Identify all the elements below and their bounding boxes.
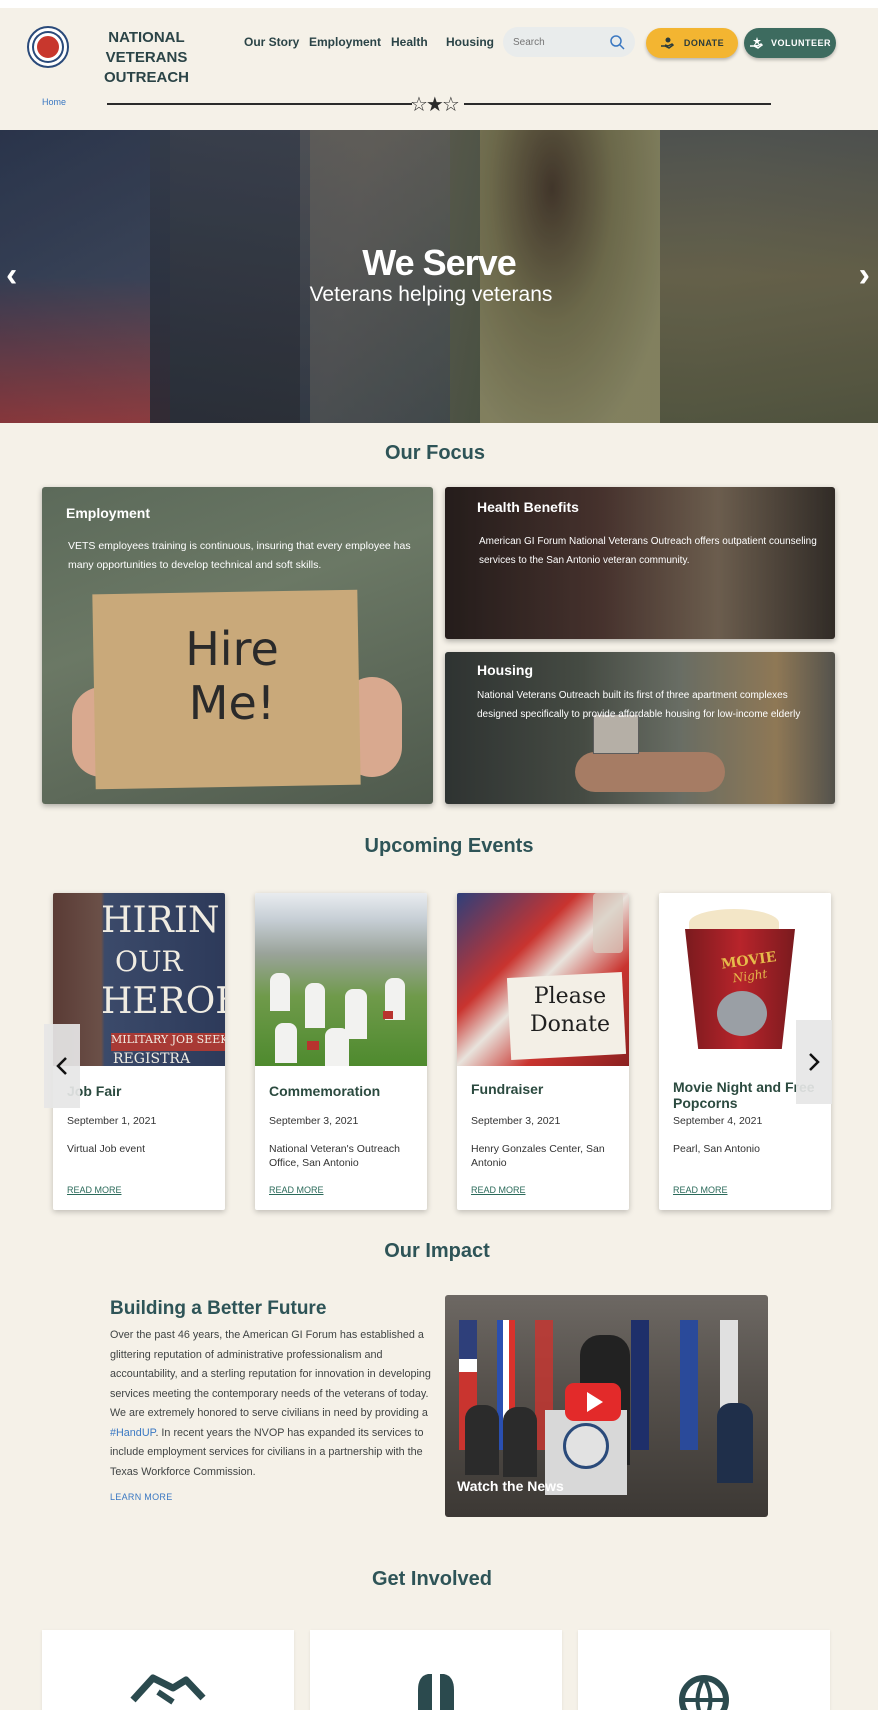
chevron-left-icon	[56, 1057, 67, 1075]
event-image-text: HIRIN	[101, 900, 220, 941]
hero-subtitle: Veterans helping veterans	[309, 283, 553, 306]
volunteer-label: VOLUNTEER	[770, 38, 831, 48]
focus-card-title: Health Benefits	[477, 499, 579, 515]
involve-card-partner[interactable]	[42, 1630, 294, 1710]
play-button-icon[interactable]	[565, 1383, 621, 1421]
events-section-title: Upcoming Events	[364, 835, 534, 857]
org-seal-logo[interactable]	[27, 26, 69, 68]
impact-section-title: Our Impact	[384, 1240, 490, 1262]
hero-title: We Serve	[362, 242, 516, 283]
event-image-text: HEROE	[101, 981, 225, 1022]
sign-text: Hire Me!	[185, 622, 279, 730]
top-strip	[0, 0, 878, 8]
event-location: National Veteran's Outreach Office, San …	[269, 1143, 400, 1169]
event-card-commemoration[interactable]: Commemoration September 3, 2021 National…	[255, 893, 427, 1210]
event-image-text: Donate	[529, 1012, 611, 1037]
search-box	[503, 27, 635, 57]
volunteer-hand-icon	[749, 37, 763, 49]
divider-right	[464, 103, 771, 105]
event-location: Henry Gonzales Center, San Antonio	[471, 1143, 605, 1169]
nav-employment[interactable]: Employment	[309, 35, 381, 49]
event-image	[255, 893, 427, 1066]
involved-section-title: Get Involved	[371, 1568, 493, 1590]
focus-card-health-benefits[interactable]: Health Benefits American GI Forum Nation…	[445, 487, 835, 639]
events-next-button[interactable]	[796, 1020, 832, 1104]
news-video[interactable]: Watch the News	[445, 1295, 768, 1517]
event-image: Please Donate	[457, 893, 629, 1066]
divider-left	[107, 103, 412, 105]
hands-icon	[418, 1674, 454, 1710]
event-location: Virtual Job event	[67, 1143, 146, 1155]
read-more-link[interactable]: READ MORE	[269, 1185, 324, 1195]
nav-our-story[interactable]: Our Story	[244, 35, 299, 49]
event-card-fundraiser[interactable]: Please Donate Fundraiser September 3, 20…	[457, 893, 629, 1210]
event-date: September 3, 2021	[269, 1115, 359, 1127]
event-date: September 1, 2021	[67, 1115, 157, 1127]
focus-card-text: National Veterans Outreach built its fir…	[477, 690, 801, 720]
event-image-text: Please	[533, 984, 607, 1009]
focus-card-housing[interactable]: Housing National Veterans Outreach built…	[445, 652, 835, 804]
search-input[interactable]	[513, 36, 603, 48]
event-image-text: OUR	[115, 945, 183, 978]
org-name[interactable]: NATIONAL VETERANS OUTREACH	[74, 28, 219, 88]
chevron-right-icon	[809, 1053, 820, 1071]
hero-next-arrow-icon[interactable]: ›	[859, 258, 870, 292]
focus-card-employment[interactable]: Hire Me! Employment VETS employees train…	[42, 487, 433, 804]
volunteer-button[interactable]: VOLUNTEER	[744, 28, 836, 58]
focus-card-title: Employment	[66, 505, 151, 521]
donate-hand-icon	[660, 37, 674, 49]
event-image-text: MILITARY JOB SEEK	[111, 1033, 225, 1051]
event-title: Fundraiser	[471, 1081, 544, 1097]
learn-more-link[interactable]: LEARN MORE	[110, 1492, 173, 1502]
handshake-icon	[130, 1674, 206, 1705]
read-more-link[interactable]: READ MORE	[67, 1185, 122, 1195]
podium-seal-icon	[563, 1423, 609, 1469]
event-date: September 3, 2021	[471, 1115, 561, 1127]
involve-card-donate[interactable]	[310, 1630, 562, 1710]
handup-hashtag-link[interactable]: #HandUP	[110, 1427, 155, 1439]
impact-heading: Building a Better Future	[110, 1298, 327, 1319]
focus-section-title: Our Focus	[384, 442, 485, 464]
focus-card-title: Housing	[477, 662, 533, 678]
stars-ornament-icon: ☆★☆	[410, 94, 460, 116]
read-more-link[interactable]: READ MORE	[471, 1185, 526, 1195]
nav-housing[interactable]: Housing	[446, 35, 494, 49]
breadcrumb-home[interactable]: Home	[42, 97, 66, 107]
impact-text: Over the past 46 years, the American GI …	[110, 1329, 431, 1478]
search-icon[interactable]	[609, 34, 625, 50]
read-more-link[interactable]: READ MORE	[673, 1185, 728, 1195]
focus-card-text: VETS employees training is continuous, i…	[68, 540, 411, 571]
video-caption: Watch the News	[457, 1478, 564, 1494]
event-location: Pearl, San Antonio	[673, 1143, 760, 1155]
hero-carousel: We Serve Veterans helping veterans ‹ ›	[0, 130, 878, 423]
events-prev-button[interactable]	[44, 1024, 80, 1108]
event-title: Commemoration	[269, 1083, 381, 1099]
donate-label: DONATE	[683, 38, 725, 48]
nav-health[interactable]: Health	[391, 35, 428, 49]
hero-prev-arrow-icon[interactable]: ‹	[6, 258, 17, 292]
focus-card-text: American GI Forum National Veterans Outr…	[479, 536, 817, 566]
event-date: September 4, 2021	[673, 1115, 763, 1127]
globe-icon	[679, 1675, 729, 1710]
involve-card-volunteer[interactable]	[578, 1630, 830, 1710]
event-image-text: REGISTRA	[113, 1051, 191, 1066]
donate-button[interactable]: DONATE	[646, 28, 738, 58]
site-header: NATIONAL VETERANS OUTREACH Our Story Emp…	[0, 8, 878, 90]
